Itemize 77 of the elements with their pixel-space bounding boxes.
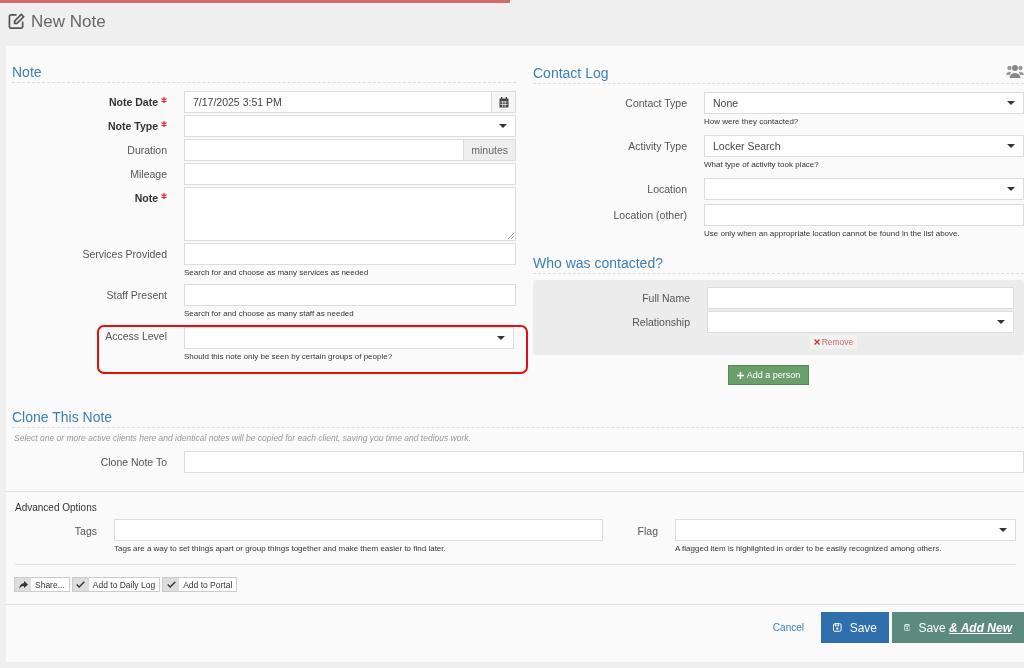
section-title: Advanced Options (15, 502, 98, 513)
check-icon (76, 581, 86, 588)
help-text: Should this note only be seen by certain groups of people? (184, 352, 394, 361)
field-label: Access Level (105, 330, 167, 342)
field-label: Full Name (642, 292, 690, 304)
share-icon (18, 580, 28, 589)
field-label: Note (134, 192, 158, 204)
share-button[interactable]: Share... (14, 577, 70, 592)
section-title: Clone This Note (12, 409, 113, 425)
field-label: Tags (73, 524, 98, 539)
select-field[interactable] (675, 519, 1016, 541)
select-field[interactable]: None (704, 92, 1024, 114)
help-text: Search for and choose as many staff as needed (184, 309, 355, 318)
select-field[interactable] (707, 311, 1014, 333)
page-title: New Note (31, 11, 106, 32)
calendar-button[interactable] (492, 91, 516, 113)
help-text: A flagged item is highlighted in order to be easily recognized among others. (675, 544, 943, 553)
help-text: Use only when an appropriate location cannot be found in the list above. (704, 229, 961, 238)
caret-icon (497, 336, 505, 340)
plus-icon (736, 371, 744, 379)
required-asterisk-icon (161, 193, 167, 199)
check-icon (166, 581, 176, 588)
input-addon: minutes (464, 139, 516, 161)
field-label: Activity Type (628, 140, 687, 152)
input-field[interactable] (184, 243, 516, 265)
save-and-add-new-button[interactable]: Save & Add New (892, 612, 1024, 643)
people-icon (1006, 64, 1024, 78)
edit-icon (8, 13, 25, 30)
date-field[interactable]: 7/17/2025 3:51 PM (184, 91, 492, 113)
section-title: Who was contacted? (533, 255, 663, 271)
section-description: Select one or more active clients here and identical notes will be copied for each client, saving you time and tedious work. (14, 433, 472, 443)
input-field[interactable] (184, 163, 516, 185)
field-label: Contact Type (625, 97, 687, 109)
help-text: What type of activity took place? (704, 160, 820, 169)
required-asterisk-icon (161, 121, 167, 127)
field-label: Note Type (108, 120, 158, 132)
remove-button[interactable]: Remove (809, 335, 858, 349)
select-field[interactable] (184, 115, 516, 137)
select-field[interactable]: Locker Search (704, 135, 1024, 157)
toggle-button[interactable]: Add to Portal (162, 577, 238, 592)
input-field[interactable] (184, 284, 516, 306)
input-field[interactable] (184, 451, 1024, 473)
section-title: Contact Log (533, 65, 609, 81)
help-text: How were they contacted? (704, 117, 800, 126)
caret-icon (499, 124, 507, 128)
field-label: Clone Note To (100, 456, 167, 468)
field-label: Duration (127, 144, 167, 156)
cancel-link[interactable]: Cancel (766, 621, 810, 634)
field-label: Location (647, 183, 687, 195)
field-label: Note Date (109, 96, 158, 108)
calendar-icon (498, 96, 509, 108)
section-title: Note (12, 64, 42, 80)
field-label: Staff Present (106, 289, 167, 301)
caret-icon (997, 320, 1005, 324)
select-field[interactable] (184, 327, 514, 349)
field-label: Relationship (632, 316, 690, 328)
input-field[interactable] (184, 139, 465, 161)
save-button[interactable]: Save (821, 612, 889, 643)
input-field[interactable] (704, 204, 1024, 226)
help-text: Tags are a way to set things apart or group things together and make them easier to find later. (114, 544, 447, 553)
toggle-button[interactable]: Add to Daily Log (71, 577, 161, 592)
field-label: Flag (636, 524, 659, 539)
field-label: Services Provided (82, 248, 167, 260)
field-label: Location (other) (613, 209, 687, 221)
caret-icon (1007, 144, 1015, 148)
close-icon (813, 339, 820, 345)
input-field[interactable] (707, 287, 1014, 309)
help-text: Search for and choose as many services as needed (184, 268, 370, 277)
caret-icon (1007, 187, 1015, 191)
caret-icon (1007, 101, 1015, 105)
resize-grip-icon (508, 233, 514, 239)
caret-icon (999, 528, 1007, 532)
select-field[interactable] (704, 178, 1024, 200)
field-label: Mileage (130, 168, 167, 180)
required-asterisk-icon (161, 97, 167, 103)
input-field[interactable] (114, 519, 603, 541)
text-area[interactable] (184, 187, 516, 241)
